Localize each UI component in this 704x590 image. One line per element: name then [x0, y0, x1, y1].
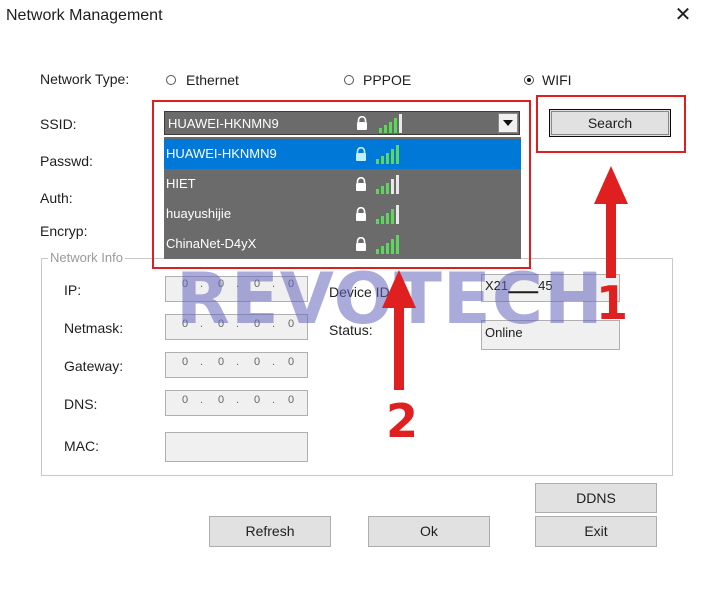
gateway-dot: .	[236, 356, 240, 368]
radio-wifi-circle[interactable]	[524, 75, 534, 85]
gateway-field[interactable]: 0 . 0 . 0 . 0	[165, 352, 308, 378]
annotation-number-1: 1	[596, 276, 629, 330]
gateway-dot: .	[272, 356, 276, 368]
radio-wifi-label: WIFI	[542, 72, 572, 88]
dns-label: DNS:	[64, 396, 98, 412]
ddns-button[interactable]: DDNS	[535, 483, 657, 513]
mac-label: MAC:	[64, 438, 99, 454]
ok-button[interactable]: Ok	[368, 516, 490, 547]
passwd-label: Passwd:	[40, 153, 93, 169]
mac-field[interactable]	[165, 432, 308, 462]
radio-pppoe-label: PPPOE	[363, 72, 412, 88]
highlight-box-search	[536, 95, 686, 153]
dns-octet-1: 0	[182, 394, 189, 406]
window-title: Network Management	[6, 7, 163, 24]
gateway-octet-4: 0	[288, 356, 295, 368]
annotation-arrow-up-icon	[594, 166, 628, 278]
dns-octet-3: 0	[254, 394, 261, 406]
annotation-arrow-up-icon	[382, 270, 416, 390]
radio-ethernet-circle[interactable]	[166, 75, 176, 85]
netmask-label: Netmask:	[64, 320, 124, 336]
radio-ethernet-label: Ethernet	[186, 72, 239, 88]
gateway-label: Gateway:	[64, 358, 124, 374]
ssid-label: SSID:	[40, 116, 77, 132]
dns-field[interactable]: 0 . 0 . 0 . 0	[165, 390, 308, 416]
dns-dot: .	[200, 394, 204, 406]
annotation-number-2: 2	[386, 394, 419, 448]
refresh-button[interactable]: Refresh	[209, 516, 331, 547]
dns-octet-4: 0	[288, 394, 295, 406]
gateway-octet-3: 0	[254, 356, 261, 368]
gateway-octet-1: 0	[182, 356, 189, 368]
dns-dot: .	[272, 394, 276, 406]
network-info-legend: Network Info	[48, 250, 125, 265]
exit-button[interactable]: Exit	[535, 516, 657, 547]
highlight-box-ssid-list	[152, 100, 531, 269]
dns-octet-2: 0	[218, 394, 225, 406]
dns-dot: .	[236, 394, 240, 406]
gateway-octet-2: 0	[218, 356, 225, 368]
ip-label: IP:	[64, 282, 82, 298]
auth-label: Auth:	[40, 190, 73, 206]
network-type-label: Network Type:	[40, 71, 130, 87]
encryp-label: Encryp:	[40, 223, 88, 239]
radio-pppoe-circle[interactable]	[344, 75, 354, 85]
close-icon[interactable]: ✕	[672, 4, 694, 26]
gateway-dot: .	[200, 356, 204, 368]
